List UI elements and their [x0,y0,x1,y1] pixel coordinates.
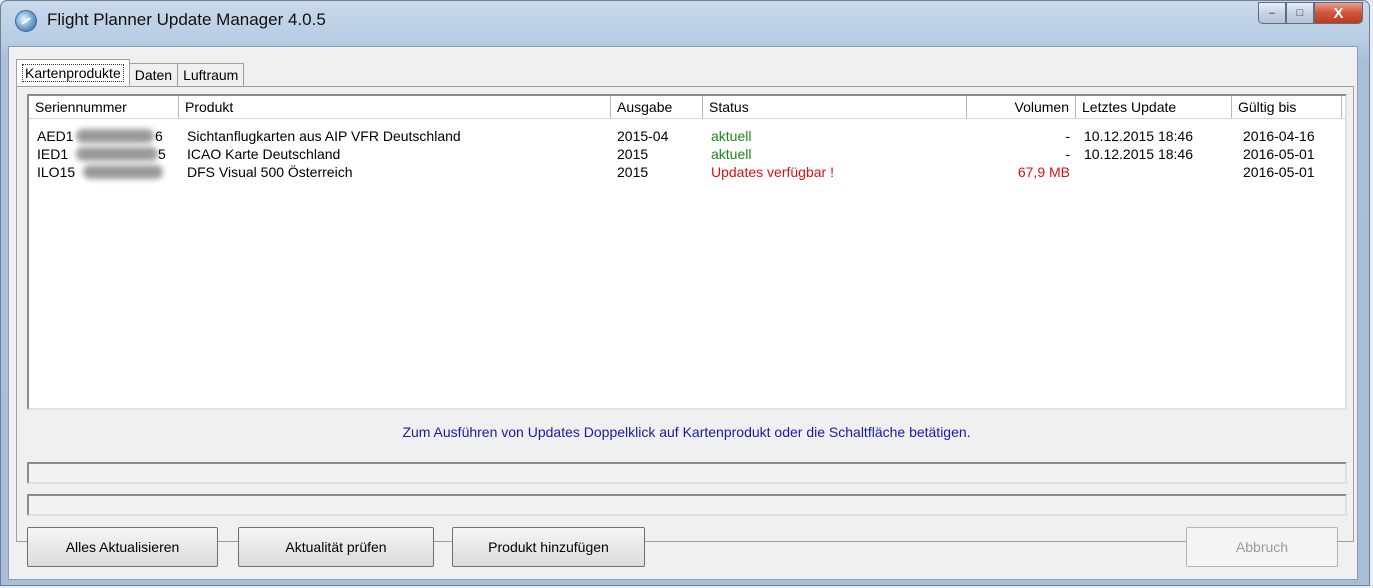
list-header: Seriennummer Produkt Ausgabe Status Volu… [29,96,1345,119]
add-product-button[interactable]: Produkt hinzufügen [452,527,645,567]
column-volumen[interactable]: Volumen [967,96,1076,118]
tab-luftraum[interactable]: Luftraum [177,63,245,86]
maximize-button[interactable]: □ [1286,2,1314,24]
serial-end-cell: 5 [158,146,166,162]
window-controls: – □ X [1258,2,1363,26]
serial-end-cell: 6 [155,128,163,144]
column-ausgabe[interactable]: Ausgabe [611,96,703,118]
progress-bar-primary [27,462,1347,484]
progress-bar-secondary [27,494,1347,516]
instruction-text: Zum Ausführen von Updates Doppelklick au… [402,424,971,440]
redacted-serial [76,129,154,143]
volume-cell: 67,9 MB [1017,164,1070,180]
edition-cell: 2015 [617,146,649,162]
abort-button[interactable]: Abbruch [1186,527,1338,567]
product-cell: ICAO Karte Deutschland [187,146,341,162]
update-all-button[interactable]: Alles Aktualisieren [27,527,218,567]
valid-until-cell: 2016-05-01 [1243,146,1315,162]
tab-kartenprodukte[interactable]: Kartenprodukte [16,59,130,86]
redacted-serial [76,147,158,161]
edition-cell: 2015-04 [617,128,669,144]
tab-kartenprodukte-label: Kartenprodukte [22,64,124,82]
column-letztes-update[interactable]: Letztes Update [1076,96,1232,118]
close-button[interactable]: X [1314,2,1363,24]
volume-cell: - [1065,146,1070,162]
valid-until-cell: 2016-04-16 [1243,128,1315,144]
status-cell: Updates verfügbar ! [711,164,834,180]
title-bar[interactable]: Flight Planner Update Manager 4.0.5 – □ … [1,1,1369,41]
serial-cell: AED1 [37,128,74,144]
tab-daten[interactable]: Daten [128,63,179,86]
valid-until-cell: 2016-05-01 [1243,164,1315,180]
volume-cell: - [1065,128,1070,144]
window-title: Flight Planner Update Manager 4.0.5 [47,10,326,29]
tab-strip: Kartenprodukte Daten Luftraum [16,59,245,86]
check-currency-button[interactable]: Aktualität prüfen [238,527,434,567]
edition-cell: 2015 [617,164,649,180]
app-globe-icon [15,10,37,32]
last-update-cell: 10.12.2015 18:46 [1084,146,1193,162]
column-seriennummer[interactable]: Seriennummer [29,96,179,118]
product-cell: DFS Visual 500 Österreich [187,164,353,180]
serial-cell: ILO15 [37,164,76,180]
column-gueltig-bis[interactable]: Gültig bis [1232,96,1342,118]
status-cell: aktuell [711,146,752,162]
status-cell: aktuell [711,128,752,144]
minimize-button[interactable]: – [1258,2,1286,24]
last-update-cell: 10.12.2015 18:46 [1084,128,1193,144]
column-produkt[interactable]: Produkt [179,96,611,118]
serial-cell: IED1 [37,146,69,162]
product-cell: Sichtanflugkarten aus AIP VFR Deutschlan… [187,128,461,144]
column-status[interactable]: Status [703,96,967,118]
redacted-serial [83,165,163,179]
products-list[interactable]: Seriennummer Produkt Ausgabe Status Volu… [27,94,1347,410]
